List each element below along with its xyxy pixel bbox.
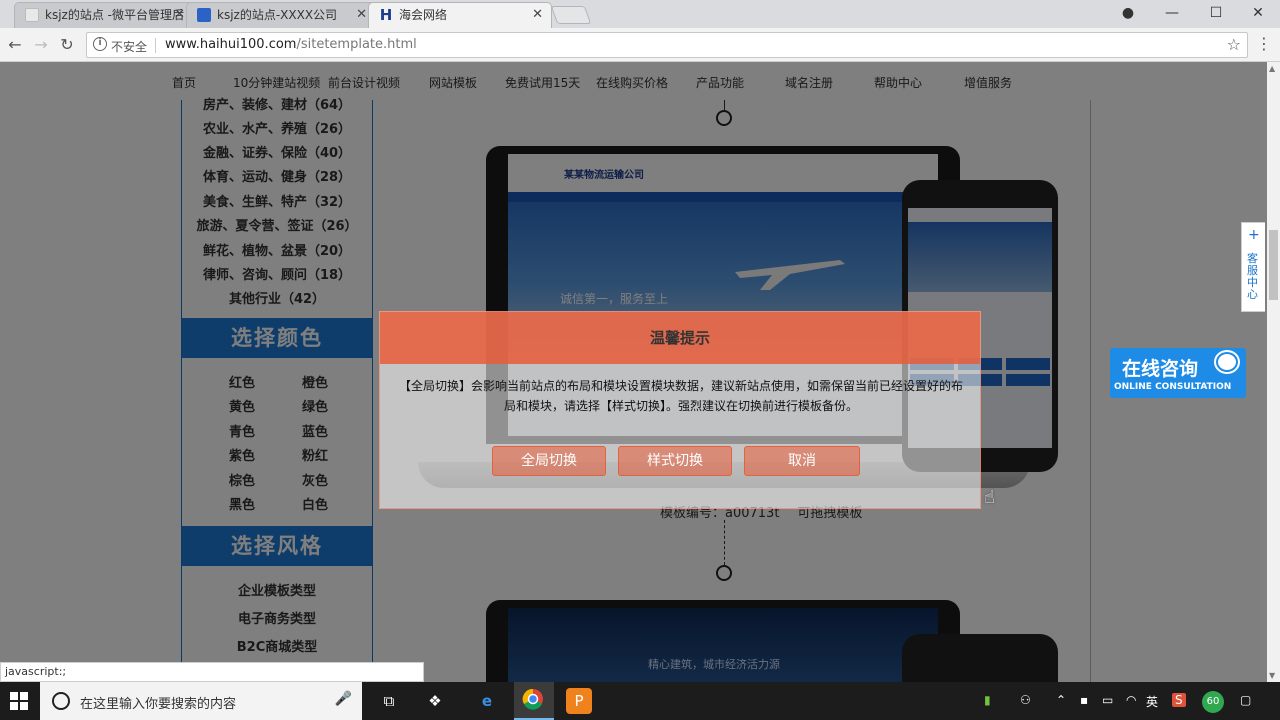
- presentation-app-icon[interactable]: P: [566, 688, 592, 714]
- tab-close-icon[interactable]: ✕: [174, 3, 185, 27]
- consult-label: 在线咨询: [1122, 358, 1199, 380]
- chat-bubble-icon: [1216, 352, 1238, 372]
- tab-ksjz-admin[interactable]: ksjz的站点 -微平台管理后 ✕: [14, 2, 194, 28]
- close-window-button[interactable]: ✕: [1236, 0, 1280, 28]
- tab-haihui[interactable]: H 海会网络 ✕: [368, 2, 552, 28]
- plus-icon: +: [1248, 227, 1260, 243]
- windows-start-icon[interactable]: [10, 692, 28, 710]
- tab-title: ksjz的站点 -微平台管理后: [45, 8, 184, 22]
- task-view-icon[interactable]: ⧉: [376, 688, 402, 714]
- haihui-favicon-icon: H: [379, 6, 393, 24]
- taskbar-search[interactable]: 在这里输入你要搜索的内容 🎤: [40, 682, 362, 720]
- profile-icon[interactable]: ●: [1106, 0, 1150, 28]
- url-host: www.haihui100.com: [165, 37, 297, 52]
- battery-app-icon[interactable]: ▮: [984, 693, 991, 707]
- badge-counter[interactable]: 60: [1202, 691, 1224, 713]
- security-label: 不安全: [111, 40, 148, 54]
- url-text[interactable]: www.haihui100.com/sitetemplate.html: [165, 37, 417, 52]
- minimize-button[interactable]: —: [1150, 0, 1194, 28]
- new-tab-button[interactable]: [550, 6, 592, 24]
- status-bar: javascript:;: [0, 662, 424, 682]
- vertical-scrollbar[interactable]: ▲ ▼: [1267, 62, 1280, 682]
- chrome-icon[interactable]: [520, 688, 546, 714]
- tab-title: 海会网络: [399, 8, 448, 22]
- cortana-icon: [52, 692, 70, 710]
- browser-tabstrip: ksjz的站点 -微平台管理后 ✕ ksjz的站点-XXXX公司 ✕ H 海会网…: [0, 0, 1280, 28]
- divider: [155, 38, 156, 53]
- scroll-up-icon[interactable]: ▲: [1269, 64, 1275, 73]
- style-switch-button[interactable]: 样式切换: [618, 446, 732, 476]
- edge-icon[interactable]: e: [474, 688, 500, 714]
- reload-icon[interactable]: ↻: [56, 34, 78, 56]
- info-icon[interactable]: i: [93, 37, 107, 51]
- app-tray-icon[interactable]: S: [1172, 693, 1186, 707]
- usb-icon[interactable]: ▪: [1080, 693, 1088, 707]
- windows-taskbar: 在这里输入你要搜索的内容 🎤 ⧉ ❖ e P ▮ ⚇ ⌃ ▪ ▭ ◠ 英 S 6…: [0, 682, 1280, 720]
- tab-close-icon[interactable]: ✕: [356, 3, 367, 27]
- consult-sublabel: ONLINE CONSULTATION: [1114, 382, 1232, 392]
- ime-indicator[interactable]: 英: [1146, 693, 1158, 710]
- bookmark-star-icon[interactable]: ☆: [1227, 35, 1241, 54]
- customer-service-tab[interactable]: + 客服中心: [1241, 222, 1265, 312]
- back-arrow-icon[interactable]: ←: [4, 34, 26, 56]
- notification-icon[interactable]: ▢: [1240, 693, 1251, 707]
- dialog-message: 【全局切换】会影响当前站点的布局和模块设置模块数据，建议新站点使用，如需保留当前…: [398, 379, 963, 413]
- scroll-down-icon[interactable]: ▼: [1269, 671, 1275, 680]
- cancel-button[interactable]: 取消: [744, 446, 860, 476]
- customer-service-label: 客服中心: [1247, 252, 1258, 301]
- url-path: /sitetemplate.html: [296, 37, 417, 52]
- online-consultation-button[interactable]: 在线咨询 ONLINE CONSULTATION: [1110, 348, 1246, 398]
- tab-ksjz-site[interactable]: ksjz的站点-XXXX公司 ✕: [186, 2, 376, 28]
- dialog-title: 温馨提示: [380, 312, 980, 364]
- tab-close-icon[interactable]: ✕: [532, 3, 543, 27]
- switch-confirm-dialog: 温馨提示 【全局切换】会影响当前站点的布局和模块设置模块数据，建议新站点使用，如…: [379, 311, 981, 509]
- mouse-cursor-icon: ☝: [984, 487, 995, 508]
- microphone-icon[interactable]: 🎤: [335, 691, 352, 707]
- tray-chevron-icon[interactable]: ⌃: [1056, 693, 1066, 707]
- page-viewport: 首页 10分钟建站视频 前台设计视频 网站模板 免费试用15天 在线购买价格 产…: [0, 62, 1267, 682]
- battery-icon[interactable]: ▭: [1102, 693, 1113, 707]
- taskbar-search-placeholder: 在这里输入你要搜索的内容: [80, 697, 237, 712]
- maximize-button[interactable]: ☐: [1194, 0, 1238, 28]
- wifi-icon[interactable]: ◠: [1126, 693, 1136, 707]
- scroll-thumb[interactable]: [1269, 230, 1278, 300]
- tab-title: ksjz的站点-XXXX公司: [217, 8, 338, 22]
- menu-dots-icon[interactable]: ⋮: [1256, 34, 1272, 53]
- browser-toolbar: ← → ↻ i 不安全 www.haihui100.com/sitetempla…: [0, 28, 1280, 62]
- global-switch-button[interactable]: 全局切换: [492, 446, 606, 476]
- site-favicon-icon: [197, 8, 211, 22]
- people-icon[interactable]: ⚇: [1020, 693, 1031, 707]
- address-bar[interactable]: i 不安全 www.haihui100.com/sitetemplate.htm…: [86, 32, 1248, 58]
- page-icon: [25, 8, 39, 22]
- app-icon[interactable]: ❖: [422, 688, 448, 714]
- forward-arrow-icon[interactable]: →: [30, 34, 52, 56]
